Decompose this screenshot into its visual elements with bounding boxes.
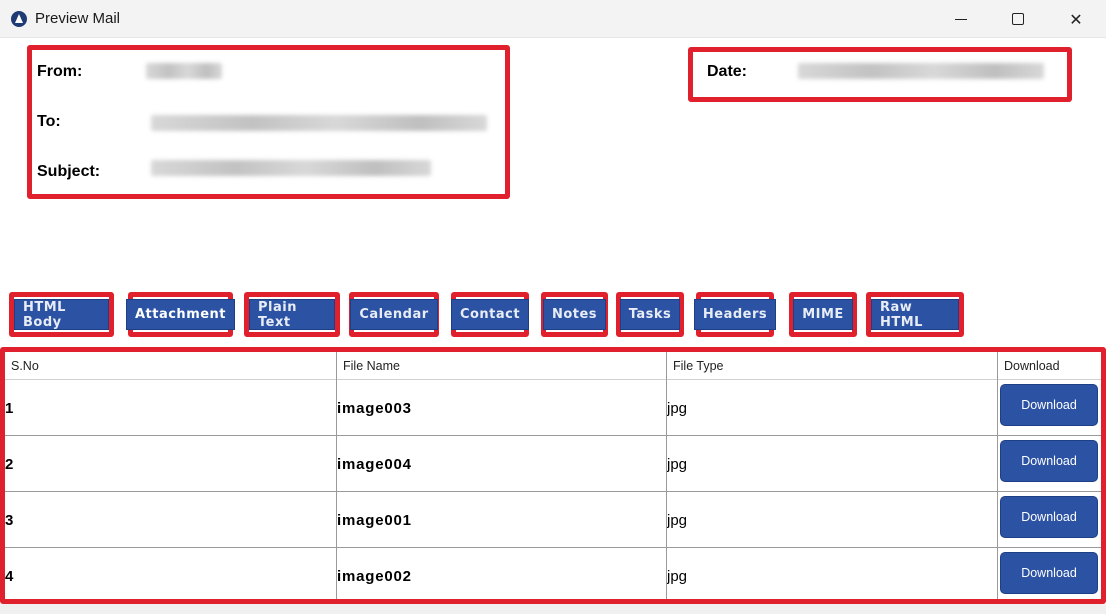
tab-notes[interactable]: Notes xyxy=(541,292,608,337)
column-divider xyxy=(336,352,337,599)
column-divider xyxy=(666,352,667,599)
tab-plain-text[interactable]: Plain Text xyxy=(244,292,340,337)
date-value-redacted xyxy=(798,63,1044,79)
from-value-redacted xyxy=(146,63,222,79)
tab-label: Plain Text xyxy=(249,299,335,330)
minimize-button[interactable] xyxy=(931,0,991,38)
download-button[interactable]: Download xyxy=(1000,440,1098,482)
tab-label: HTML Body xyxy=(14,299,109,330)
date-label: Date: xyxy=(707,63,748,80)
tab-tasks[interactable]: Tasks xyxy=(616,292,684,337)
row-file-name: image003 xyxy=(337,399,412,417)
window-title: Preview Mail xyxy=(35,10,121,27)
tab-mime[interactable]: MIME xyxy=(789,292,857,337)
tab-label: Contact xyxy=(450,299,530,330)
maximize-icon xyxy=(1012,13,1024,25)
close-icon: ✕ xyxy=(1069,9,1083,29)
row-sno: 3 xyxy=(5,511,14,529)
from-label: From: xyxy=(37,63,83,80)
bottom-scroll-area xyxy=(0,604,1106,614)
table-row: 2 image004 jpg Download xyxy=(5,436,1101,492)
download-button[interactable]: Download xyxy=(1000,552,1098,594)
table-header-row: S.No File Name File Type Download xyxy=(5,352,1101,380)
to-value-redacted xyxy=(151,115,487,131)
row-file-type: jpg xyxy=(667,567,688,585)
maximize-button[interactable] xyxy=(988,0,1048,38)
tab-calendar[interactable]: Calendar xyxy=(349,292,439,337)
row-file-name: image002 xyxy=(337,567,412,585)
tab-label: Attachment xyxy=(125,299,236,330)
attachment-table: S.No File Name File Type Download 1 imag… xyxy=(0,347,1106,604)
column-header-sno: S.No xyxy=(11,359,39,373)
row-file-type: jpg xyxy=(667,455,688,473)
tab-label: Tasks xyxy=(619,299,681,330)
app-logo-icon xyxy=(11,11,27,27)
subject-label: Subject: xyxy=(37,163,101,180)
column-divider xyxy=(997,352,998,599)
minimize-icon xyxy=(955,18,967,20)
title-bar: Preview Mail ✕ xyxy=(0,0,1106,38)
column-header-file-name: File Name xyxy=(343,359,400,373)
tab-label: Notes xyxy=(542,299,607,330)
row-file-name: image001 xyxy=(337,511,412,529)
tab-contact[interactable]: Contact xyxy=(450,292,530,337)
table-row: 3 image001 jpg Download xyxy=(5,492,1101,548)
table-row: 1 image003 jpg Download xyxy=(5,380,1101,436)
subject-value-redacted xyxy=(151,160,431,176)
to-label: To: xyxy=(37,113,61,130)
tab-label: Calendar xyxy=(350,299,438,330)
tab-attachment[interactable]: Attachment xyxy=(125,292,236,337)
tab-label: Raw HTML xyxy=(871,299,959,330)
row-file-type: jpg xyxy=(667,511,688,529)
row-file-name: image004 xyxy=(337,455,412,473)
row-sno: 2 xyxy=(5,455,14,473)
download-button[interactable]: Download xyxy=(1000,496,1098,538)
row-file-type: jpg xyxy=(667,399,688,417)
row-sno: 1 xyxy=(5,399,14,417)
download-button[interactable]: Download xyxy=(1000,384,1098,426)
tab-headers[interactable]: Headers xyxy=(693,292,777,337)
table-row: 4 image002 jpg Download xyxy=(5,548,1101,599)
tab-html-body[interactable]: HTML Body xyxy=(9,292,114,337)
column-header-download: Download xyxy=(1004,359,1060,373)
tab-label: Headers xyxy=(693,299,777,330)
tab-label: MIME xyxy=(793,299,853,330)
column-header-file-type: File Type xyxy=(673,359,724,373)
close-button[interactable]: ✕ xyxy=(1046,0,1106,38)
tab-raw-html[interactable]: Raw HTML xyxy=(866,292,964,337)
row-sno: 4 xyxy=(5,567,14,585)
